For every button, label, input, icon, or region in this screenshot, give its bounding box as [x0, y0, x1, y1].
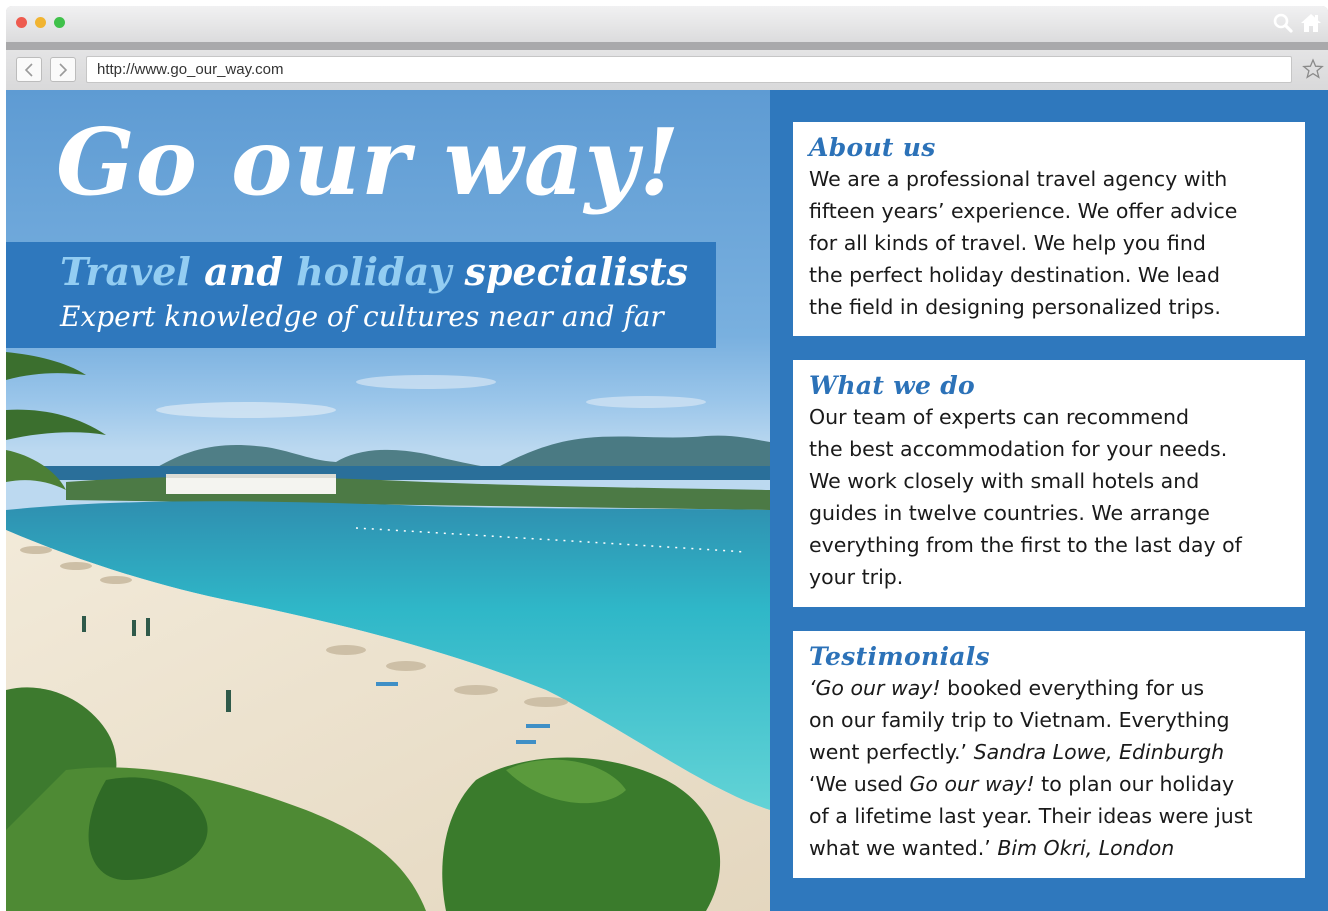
close-window-button[interactable] — [16, 17, 27, 28]
about-line: for all kinds of travel. We help you fin… — [809, 231, 1206, 255]
testimonial-2-line3: what we wanted.’ — [809, 836, 998, 860]
what-we-do-line: Our team of experts can recommend — [809, 405, 1190, 429]
what-we-do-text: Our team of experts can recommend the be… — [809, 401, 1289, 593]
about-us-text: We are a professional travel agency with… — [809, 163, 1289, 323]
info-column: About us We are a professional travel ag… — [770, 90, 1328, 911]
what-we-do-heading: What we do — [809, 371, 975, 400]
testimonial-1-text: booked everything for us — [940, 676, 1205, 700]
what-we-do-line: We work closely with small hotels and — [809, 469, 1200, 493]
what-we-do-line: everything from the first to the last da… — [809, 533, 1242, 557]
testimonial-1-line3: went perfectly.’ — [809, 740, 974, 764]
hero-section: Go our way! Travel and holiday specialis… — [6, 90, 770, 911]
testimonial-2-author: Bim Okri, London — [997, 836, 1175, 860]
testimonial-2-brand: Go our way! — [909, 772, 1035, 796]
about-us-heading: About us — [809, 133, 936, 162]
testimonial-1-line2: on our family trip to Vietnam. Everythin… — [809, 708, 1230, 732]
testimonial-1-author: Sandra Lowe, Edinburgh — [973, 740, 1225, 764]
back-arrow-icon — [24, 62, 33, 77]
about-line: We are a professional travel agency with — [809, 167, 1228, 191]
testimonial-2-line2: of a lifetime last year. Their ideas wer… — [809, 804, 1253, 828]
what-we-do-line: the best accommodation for your needs. — [809, 437, 1228, 461]
zoom-window-button[interactable] — [54, 17, 65, 28]
site-title: Go our way! — [56, 108, 681, 216]
tagline: Travel and holiday specialists — [60, 248, 688, 296]
tagline-word-and: and — [204, 249, 283, 294]
address-bar[interactable]: http://www.go_our_way.com — [86, 56, 1292, 83]
tagline-banner: Travel and holiday specialists Expert kn… — [6, 242, 716, 348]
star-icon[interactable] — [1302, 58, 1324, 80]
what-we-do-line: guides in twelve countries. We arrange — [809, 501, 1210, 525]
what-we-do-card: What we do Our team of experts can recom… — [793, 360, 1305, 607]
back-button[interactable] — [16, 57, 42, 82]
forward-arrow-icon — [59, 62, 68, 77]
about-line: the field in designing personalized trip… — [809, 295, 1221, 319]
about-line: the perfect holiday destination. We lead — [809, 263, 1220, 287]
subtagline: Expert knowledge of cultures near and fa… — [60, 300, 664, 333]
tagline-word-holiday: holiday — [296, 249, 452, 294]
about-us-card: About us We are a professional travel ag… — [793, 122, 1305, 336]
testimonials-heading: Testimonials — [809, 642, 990, 671]
tagline-word-travel: Travel — [60, 249, 191, 294]
what-we-do-line: your trip. — [809, 565, 904, 589]
home-icon[interactable] — [1300, 12, 1322, 34]
about-line: fifteen years’ experience. We offer advi… — [809, 199, 1238, 223]
testimonials-text: ‘Go our way! booked everything for us on … — [809, 672, 1289, 864]
testimonial-2-text-b: to plan our holiday — [1034, 772, 1235, 796]
testimonial-2-text-a: ‘We used — [809, 772, 910, 796]
web-page: Go our way! Travel and holiday specialis… — [6, 90, 1328, 911]
search-icon[interactable] — [1272, 12, 1294, 34]
title-bar — [6, 6, 1328, 42]
browser-window: http://www.go_our_way.com Go our way! Tr… — [6, 6, 1328, 911]
minimize-window-button[interactable] — [35, 17, 46, 28]
testimonial-1-brand: Go our way! — [815, 676, 941, 700]
forward-button[interactable] — [50, 57, 76, 82]
testimonials-card: Testimonials ‘Go our way! booked everyth… — [793, 631, 1305, 878]
navigation-bar: http://www.go_our_way.com — [6, 42, 1328, 90]
tagline-word-specialists: specialists — [464, 249, 689, 294]
